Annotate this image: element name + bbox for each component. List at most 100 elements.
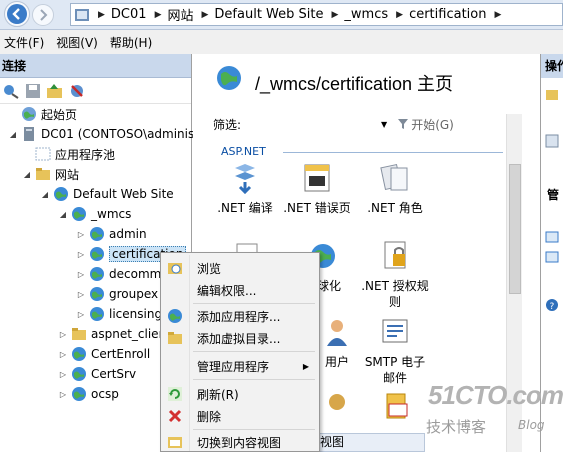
feature-label: SMTP 电子邮件 <box>364 355 426 385</box>
expand-toggle-icon[interactable]: ▷ <box>76 290 86 299</box>
feature-net-error-pages[interactable]: .NET 错误页 <box>281 162 353 216</box>
web-app-icon <box>72 367 86 381</box>
delete-icon <box>168 409 182 423</box>
expand-toggle-icon[interactable]: ▷ <box>58 370 68 379</box>
explore-icon[interactable] <box>545 88 559 102</box>
filter-dropdown-icon[interactable]: ▼ <box>381 120 387 129</box>
content-view-icon <box>168 437 182 448</box>
menu-item-switch-content-view[interactable]: 切换到内容视图 <box>163 431 317 452</box>
feature-net-compile[interactable]: .NET 编译 <box>209 162 281 216</box>
menu-item-manage-application[interactable]: 管理应用程序 ▶ <box>163 355 317 377</box>
web-app-icon <box>90 307 104 321</box>
web-app-icon <box>90 267 104 281</box>
iis-root-icon <box>75 8 89 21</box>
browse-link-icon[interactable] <box>545 250 559 264</box>
tree-node[interactable]: ◢ DC01 (CONTOSO\administ <box>8 124 199 144</box>
feature-net-roles[interactable]: .NET 角色 <box>359 162 431 216</box>
filter-bar: 筛选: ▼ 开始(G) <box>213 114 513 134</box>
app-pool-icon <box>35 147 51 161</box>
expand-toggle-icon[interactable]: ▷ <box>58 330 68 339</box>
manage-heading: 管 <box>547 188 560 202</box>
menu-help[interactable]: 帮助(H) <box>104 34 158 51</box>
tree-node[interactable]: ▷ decomm <box>76 264 161 284</box>
help-icon[interactable]: ? <box>545 298 559 312</box>
refresh-icon <box>168 387 182 401</box>
tree-node[interactable]: ▷ licensing <box>76 304 162 324</box>
content-view-tab[interactable]: 视图 <box>305 433 425 452</box>
menu-separator <box>193 351 315 352</box>
tree-node-label: Default Web Site <box>73 187 174 201</box>
feature-label: .NET 错误页 <box>283 201 351 215</box>
menu-item-browse[interactable]: 浏览 <box>163 257 317 279</box>
breadcrumb-separator-icon: ▶ <box>98 9 105 20</box>
menu-item-edit-permissions[interactable]: 编辑权限... <box>163 279 317 301</box>
up-level-icon[interactable] <box>46 82 64 100</box>
save-icon[interactable] <box>24 82 42 100</box>
breadcrumb[interactable]: ▶ DC01 ▶ 网站 ▶ Default Web Site ▶ _wmcs ▶… <box>70 3 563 26</box>
feature-smtp-email[interactable]: SMTP 电子邮件 <box>359 316 431 386</box>
forward-arrow-icon <box>40 9 48 21</box>
tree-node[interactable]: ▷ admin <box>76 224 147 244</box>
web-app-icon <box>72 207 86 221</box>
expand-toggle-icon[interactable]: ◢ <box>58 210 68 219</box>
submenu-arrow-icon: ▶ <box>302 361 309 371</box>
feature-net-authorization[interactable]: .NET 授权规则 <box>359 240 431 310</box>
tree-node-label: aspnet_clien <box>91 327 167 341</box>
tree-node[interactable]: ▷ groupex <box>76 284 158 304</box>
back-button[interactable] <box>4 1 30 27</box>
expand-toggle-icon[interactable]: ◢ <box>22 170 32 179</box>
tree-node-label: DC01 (CONTOSO\administ <box>41 127 199 141</box>
edit-perm-icon[interactable] <box>545 134 559 148</box>
breadcrumb-item[interactable]: certification <box>409 7 486 22</box>
tree-node[interactable]: ▷ CertSrv <box>58 364 136 384</box>
tree-node[interactable]: ◢ _wmcs <box>58 204 131 224</box>
forward-button[interactable] <box>32 4 54 26</box>
menu-separator <box>193 303 315 304</box>
expand-toggle-icon[interactable]: ▷ <box>58 350 68 359</box>
expand-toggle-icon[interactable]: ◢ <box>8 130 18 139</box>
expand-toggle-icon[interactable]: ▷ <box>76 310 86 319</box>
breadcrumb-separator-icon: ▶ <box>331 9 339 20</box>
expand-toggle-icon[interactable]: ▷ <box>76 270 86 279</box>
app-settings-icon <box>386 393 408 419</box>
menu-item-add-virtual-directory[interactable]: 添加虚拟目录... <box>163 327 317 349</box>
breadcrumb-item[interactable]: Default Web Site <box>214 7 323 22</box>
net-error-page-icon <box>304 164 330 192</box>
disconnect-icon[interactable] <box>68 82 86 100</box>
tree-node[interactable]: ▷ aspnet_clien <box>58 324 166 344</box>
browse-link-icon[interactable] <box>545 230 559 244</box>
context-menu: 浏览 编辑权限... 添加应用程序... 添加虚拟目录... 管理应用程序 ▶ … <box>160 252 320 452</box>
tree-node-label: CertEnroll <box>91 347 151 361</box>
scrollbar-thumb[interactable] <box>509 164 521 294</box>
breadcrumb-item[interactable]: DC01 <box>111 7 147 22</box>
expand-toggle-icon[interactable]: ▷ <box>76 230 86 239</box>
menu-item-refresh[interactable]: 刷新(R) <box>163 383 317 405</box>
tree-node[interactable]: ◢ 网站 <box>22 164 79 184</box>
svg-text:?: ? <box>550 302 555 312</box>
tree-node[interactable]: ▷ CertEnroll <box>58 344 150 364</box>
breadcrumb-item[interactable]: _wmcs <box>344 7 388 22</box>
breadcrumb-separator-icon: ▶ <box>494 9 502 20</box>
menu-item-add-application[interactable]: 添加应用程序... <box>163 305 317 327</box>
menu-file[interactable]: 文件(F) <box>0 34 50 51</box>
tree-node[interactable]: 应用程序池 <box>22 144 115 164</box>
menu-separator <box>193 429 315 430</box>
tree-node[interactable]: ◢ Default Web Site <box>40 184 174 204</box>
tree-node-label: licensing <box>109 307 163 321</box>
actions-title: 操作 <box>541 54 563 78</box>
expand-toggle-icon[interactable]: ◢ <box>40 190 50 199</box>
watermark: 51CTO.com 技术博客 Blog <box>420 380 563 440</box>
menu-view[interactable]: 视图(V) <box>50 34 104 51</box>
menu-item-delete[interactable]: 删除 <box>163 405 317 427</box>
tree-node[interactable]: 起始页 <box>8 104 77 124</box>
expand-toggle-icon[interactable]: ▷ <box>76 250 86 259</box>
filter-label: 筛选: <box>213 117 242 132</box>
breadcrumb-item[interactable]: 网站 <box>167 5 193 24</box>
filter-go-button[interactable]: 开始(G) <box>397 116 454 133</box>
connect-icon[interactable] <box>2 82 20 100</box>
tree-node[interactable]: ▷ ocsp <box>58 384 119 404</box>
back-arrow-icon <box>7 4 27 24</box>
web-app-icon <box>90 227 104 241</box>
web-app-icon <box>72 387 86 401</box>
expand-toggle-icon[interactable]: ▷ <box>58 390 68 399</box>
